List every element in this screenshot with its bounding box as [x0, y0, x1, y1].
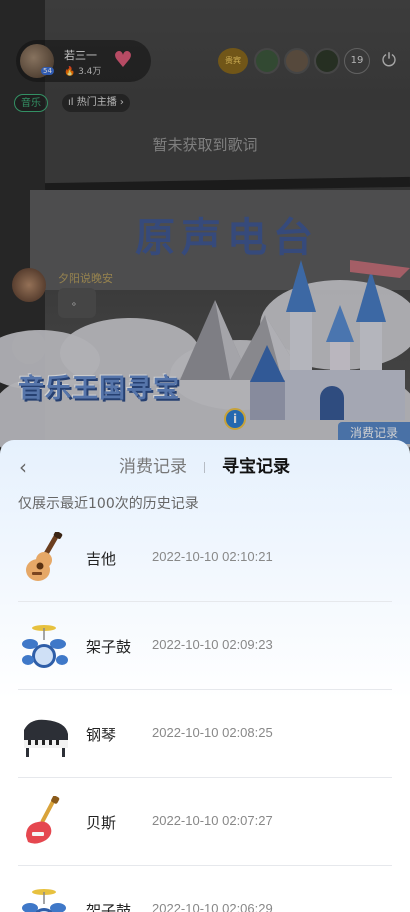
list-item: 架子鼓 2022-10-10 02:06:29: [0, 866, 410, 912]
tab-divider: [204, 462, 205, 473]
dim-overlay: [0, 0, 410, 450]
item-time: 2022-10-10 02:07:27: [152, 813, 273, 828]
tab-treasure-record[interactable]: 寻宝记录: [222, 456, 290, 478]
record-list: 吉他 2022-10-10 02:10:21 架子鼓 2022-10-10 02…: [0, 514, 410, 912]
bass-icon: [20, 795, 70, 848]
item-time: 2022-10-10 02:08:25: [152, 725, 273, 740]
item-name: 架子鼓: [86, 902, 132, 912]
item-time: 2022-10-10 02:10:21: [152, 549, 273, 564]
treasure-record-sheet: ‹ 消费记录 寻宝记录 仅展示最近100次的历史记录 吉他 2022-10-10…: [0, 440, 410, 912]
list-item: 贝斯 2022-10-10 02:07:27: [0, 778, 410, 866]
item-name: 钢琴: [86, 726, 117, 744]
list-item: 吉他 2022-10-10 02:10:21: [0, 514, 410, 602]
chevron-left-icon[interactable]: ‹: [12, 456, 34, 478]
tab-consume-record[interactable]: 消费记录: [119, 456, 187, 478]
item-time: 2022-10-10 02:09:23: [152, 637, 273, 652]
drum-kit-icon: [20, 620, 70, 672]
piano-icon: [20, 708, 70, 760]
item-time: 2022-10-10 02:06:29: [152, 901, 273, 912]
history-hint: 仅展示最近100次的历史记录: [18, 496, 199, 512]
list-item: 钢琴 2022-10-10 02:08:25: [0, 690, 410, 778]
list-item: 架子鼓 2022-10-10 02:09:23: [0, 602, 410, 690]
item-name: 贝斯: [86, 814, 117, 832]
item-name: 架子鼓: [86, 638, 132, 656]
item-name: 吉他: [86, 550, 117, 568]
guitar-icon: [20, 531, 70, 584]
drum-kit-icon: [20, 884, 70, 912]
live-room-background: 原声电台 54 若三一 🔥 3.4万 ♥ 音乐 ıl 热门主播 › 暂未获取到歌…: [0, 0, 410, 450]
